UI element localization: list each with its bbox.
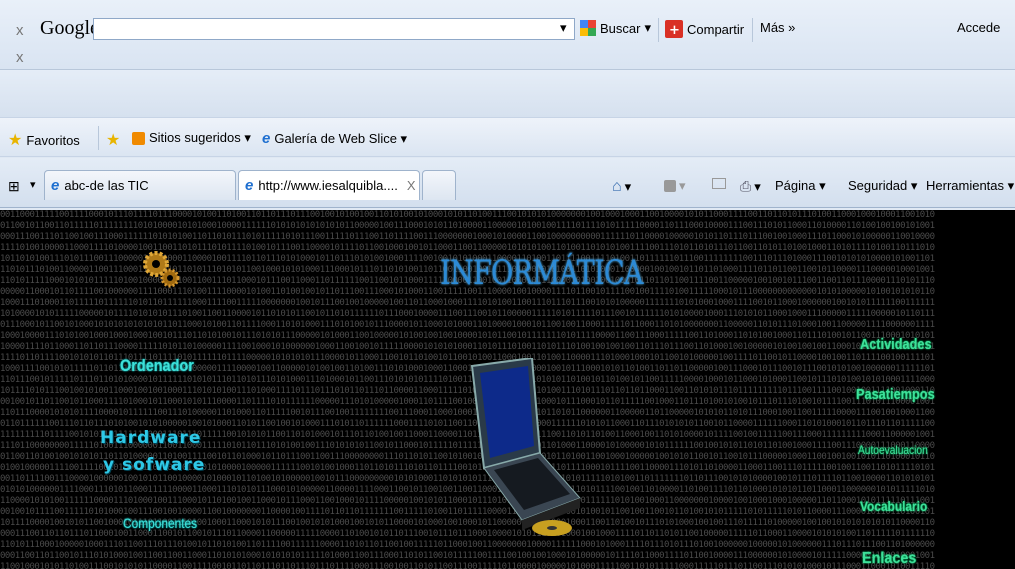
mail-icon xyxy=(712,178,726,189)
toolbar-close-button[interactable]: x xyxy=(16,22,24,39)
seguridad-menu[interactable]: Seguridad ▾ xyxy=(848,178,917,194)
acceder-link[interactable]: Accede xyxy=(957,20,1000,35)
google-search-icon xyxy=(580,20,596,36)
tab-label: http://www.iesalquibla.... xyxy=(258,178,398,193)
favorites-separator xyxy=(98,126,99,150)
tab-row: ⊞ ▾ e abc-de las TIC e http://www.iesalq… xyxy=(0,158,1015,208)
favoritos-label: Favoritos xyxy=(26,132,80,148)
link-componentes[interactable]: Componentes xyxy=(123,515,197,531)
mas-button[interactable]: Más » xyxy=(760,20,795,35)
link-pasatiempos[interactable]: Pasatiempos xyxy=(856,386,935,403)
mail-button[interactable] xyxy=(712,178,726,189)
search-dropdown-arrow[interactable]: ▾ xyxy=(560,20,567,36)
tab-list-dropdown[interactable]: ▾ xyxy=(30,178,36,191)
rss-icon xyxy=(664,180,676,192)
svg-text:+: + xyxy=(669,23,680,38)
ie-icon: e xyxy=(51,177,60,194)
star-icon: ★ xyxy=(8,132,23,149)
google-toolbar: x Google ▾ Buscar ▾ + Compartir Más » Acc… xyxy=(0,0,1015,70)
link-enlaces[interactable]: Enlaces xyxy=(862,550,916,568)
print-button[interactable]: ⎙ ▾ xyxy=(740,178,761,195)
compartir-button[interactable]: + Compartir xyxy=(665,20,744,38)
herramientas-menu[interactable]: Herramientas ▾ xyxy=(926,178,1014,194)
print-icon: ⎙ xyxy=(740,178,752,194)
toolbar-row-2 xyxy=(0,70,1015,117)
laptop-illustration xyxy=(470,358,581,536)
favorites-bar: ★ Favoritos ★ Sitios sugeridos ▾ e Galer… xyxy=(0,117,1015,157)
pagina-menu[interactable]: Página ▾ xyxy=(775,178,826,194)
favoritos-button[interactable]: ★ Favoritos xyxy=(8,130,80,150)
share-icon: + xyxy=(665,20,683,38)
galeria-label: Galería de Web Slice ▾ xyxy=(274,130,408,146)
buscar-label: Buscar xyxy=(600,20,641,36)
home-icon: ⌂ xyxy=(612,178,622,195)
tab-iesalquibla[interactable]: e http://www.iesalquibla.... X xyxy=(238,170,420,200)
add-favorite-button[interactable]: ★ xyxy=(106,130,120,150)
tab-abc[interactable]: e abc-de las TIC xyxy=(44,170,236,200)
add-favorite-icon: ★ xyxy=(106,132,121,149)
ie-icon: e xyxy=(262,130,271,147)
galeria-web-slice-button[interactable]: e Galería de Web Slice ▾ xyxy=(262,130,407,147)
link-hardware[interactable]: Hardware xyxy=(100,428,201,448)
link-actividades[interactable]: Actividades xyxy=(860,336,932,353)
link-autoevaluacion[interactable]: Autoevaluacion xyxy=(858,443,928,457)
link-ordenador[interactable]: Ordenador xyxy=(120,356,194,376)
suggested-sites-icon xyxy=(132,131,145,145)
toolbar-separator xyxy=(752,18,753,42)
gears-icon xyxy=(143,251,180,288)
compartir-label: Compartir xyxy=(687,21,745,37)
sitios-sugeridos-button[interactable]: Sitios sugeridos ▾ xyxy=(132,130,251,146)
quick-tabs-icon[interactable]: ⊞ xyxy=(8,178,20,195)
feeds-button[interactable]: ▾ xyxy=(664,178,686,194)
google-logo: Google xyxy=(40,17,99,39)
web-page: 0011000111110011110001011101111011100001… xyxy=(0,210,1015,569)
tab-label: abc-de las TIC xyxy=(64,178,149,193)
second-toolbar-close-button[interactable]: x xyxy=(16,49,24,66)
new-tab-button[interactable] xyxy=(422,170,456,200)
link-software[interactable]: y sofware xyxy=(103,455,205,475)
home-button[interactable]: ⌂ ▾ xyxy=(612,178,631,196)
page-title: INFORMÁTICA xyxy=(440,253,644,293)
ie-icon: e xyxy=(245,177,254,194)
toolbar-separator xyxy=(658,18,659,42)
sitios-label: Sitios sugeridos ▾ xyxy=(149,130,251,145)
tab-close-button[interactable]: X xyxy=(407,178,416,193)
buscar-button[interactable]: Buscar ▾ xyxy=(580,20,651,36)
google-search-input[interactable] xyxy=(93,18,575,40)
link-vocabulario[interactable]: Vocabulario xyxy=(860,498,927,514)
